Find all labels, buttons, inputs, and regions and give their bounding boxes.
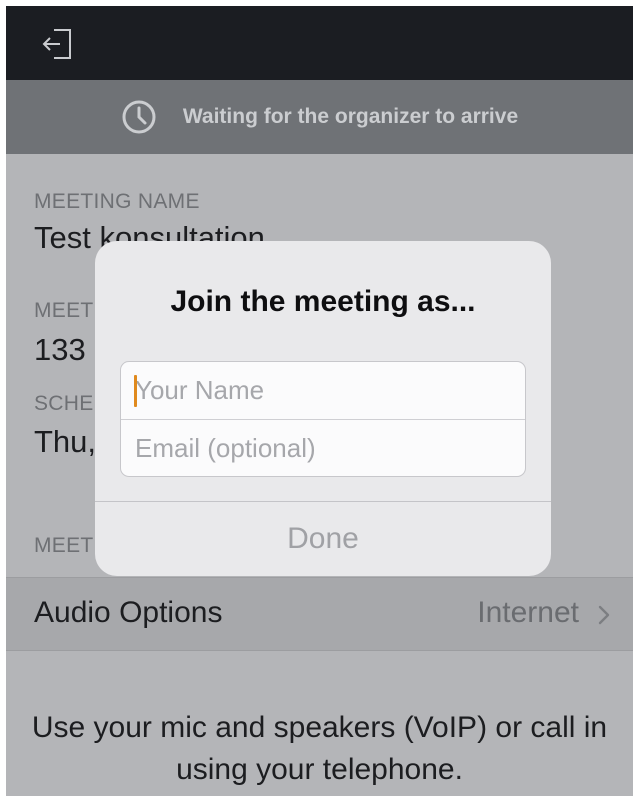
exit-button[interactable] [36, 22, 80, 66]
app-screen: Waiting for the organizer to arrive MEET… [6, 6, 633, 796]
meeting-number-value: 133 [34, 332, 86, 367]
audio-options-value: Internet [477, 596, 579, 629]
meeting-section-label: MEET [34, 534, 94, 557]
meeting-name-label: MEETING NAME [34, 190, 200, 213]
waiting-text: Waiting for the organizer to arrive [182, 105, 519, 128]
text-cursor [134, 375, 137, 407]
email-input[interactable] [121, 420, 525, 476]
audio-help-text: Use your mic and speakers (VoIP) or call… [31, 711, 608, 786]
exit-door-icon [42, 29, 71, 59]
scheduled-label: SCHE [34, 392, 94, 415]
chevron-right-icon [598, 605, 610, 625]
meeting-number-label: MEET [34, 299, 94, 322]
dialog-title: Join the meeting as... [170, 285, 476, 318]
audio-options-label: Audio Options [34, 596, 223, 629]
join-meeting-dialog: Join the meeting as... Done [95, 241, 551, 576]
name-input[interactable] [121, 362, 525, 419]
identity-input-group [120, 361, 526, 477]
scheduled-value: Thu, [34, 424, 97, 459]
top-bar [6, 6, 633, 80]
done-button[interactable]: Done [95, 502, 551, 576]
clock-icon [122, 100, 156, 134]
audio-options-row[interactable]: Audio Options Internet [6, 577, 633, 651]
waiting-banner: Waiting for the organizer to arrive [6, 80, 633, 154]
